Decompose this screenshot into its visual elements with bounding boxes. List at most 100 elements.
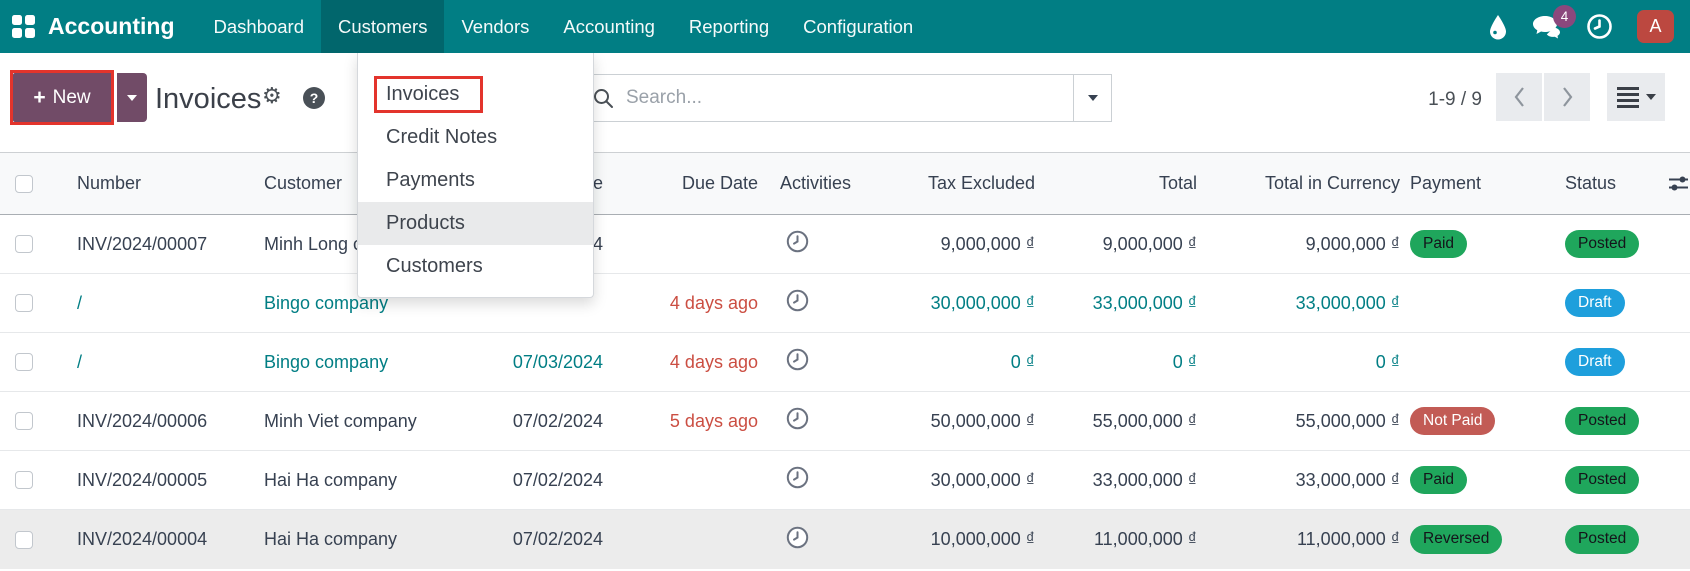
table-row[interactable]: INV/2024/00005 Hai Ha company 07/02/2024… <box>0 451 1690 510</box>
row-checkbox[interactable] <box>15 235 33 253</box>
apps-grid-icon[interactable] <box>0 0 46 53</box>
menu-item-customers[interactable]: Customers <box>358 245 593 288</box>
cell-total-in-currency: 0 ₫ <box>1375 351 1400 372</box>
activity-clock-icon[interactable] <box>786 348 809 371</box>
nav-item-customers[interactable]: Customers <box>321 0 445 53</box>
cell-tax-excluded: 10,000,000 ₫ <box>930 529 1035 549</box>
cell-due-date: 4 days ago <box>669 292 758 313</box>
activity-clock-icon[interactable] <box>786 526 809 549</box>
cell-tax-excluded: 9,000,000 ₫ <box>940 233 1035 254</box>
new-button-dropdown-toggle[interactable] <box>117 73 147 122</box>
droplet-icon[interactable] <box>1488 14 1508 40</box>
cell-total-in-currency: 33,000,000 ₫ <box>1295 469 1400 490</box>
row-checkbox[interactable] <box>15 530 33 549</box>
activity-clock-icon[interactable] <box>1586 13 1613 40</box>
row-checkbox[interactable] <box>15 353 33 371</box>
cell-due-date: 5 days ago <box>669 410 758 431</box>
cell-invoice-date: 07/02/2024 <box>512 410 603 431</box>
cell-number: INV/2024/00007 <box>77 233 208 254</box>
menu-item-credit-notes[interactable]: Credit Notes <box>358 116 593 159</box>
nav-item-reporting[interactable]: Reporting <box>672 0 786 53</box>
nav-item-accounting[interactable]: Accounting <box>546 0 672 53</box>
help-icon[interactable]: ? <box>303 87 325 109</box>
cell-customer: Hai Ha company <box>264 469 398 490</box>
menu-item-payments[interactable]: Payments <box>358 159 593 202</box>
activity-clock-icon[interactable] <box>786 230 809 253</box>
cell-tax-excluded: 30,000,000 ₫ <box>930 469 1035 490</box>
menu-item-products[interactable]: Products <box>358 202 593 245</box>
pager-next-button[interactable] <box>1544 73 1590 121</box>
header-status[interactable]: Status <box>1560 173 1656 194</box>
cell-invoice-date: 07/02/2024 <box>512 529 603 549</box>
cell-invoice-date: 07/02/2024 <box>512 469 603 490</box>
cell-customer: Hai Ha company <box>264 529 398 549</box>
header-payment[interactable]: Payment <box>1404 173 1560 194</box>
cell-total: 33,000,000 ₫ <box>1092 292 1197 313</box>
cell-total: 0 ₫ <box>1172 351 1197 372</box>
list-view-icon <box>1616 86 1639 108</box>
new-button-label: New <box>52 86 91 108</box>
row-checkbox[interactable] <box>15 412 33 430</box>
cell-customer: Bingo company <box>264 351 389 372</box>
table-row[interactable]: / Bingo company 07/03/2024 4 days ago 0 … <box>0 333 1690 392</box>
cell-tax-excluded: 30,000,000 ₫ <box>930 292 1035 313</box>
new-button-highlight: + New <box>10 70 114 125</box>
list-view-toggle-button[interactable] <box>1607 73 1665 121</box>
cell-total: 55,000,000 ₫ <box>1092 410 1197 431</box>
header-checkbox-cell <box>0 174 56 193</box>
table-row[interactable]: INV/2024/00007 Minh Long company 07/03/2… <box>0 215 1690 274</box>
select-all-checkbox[interactable] <box>15 174 33 193</box>
cell-number: INV/2024/00006 <box>77 410 208 431</box>
cell-due-date: 4 days ago <box>669 351 758 372</box>
activity-clock-icon[interactable] <box>786 466 809 489</box>
payment-badge: Reversed <box>1410 525 1503 554</box>
top-navbar: Accounting Dashboard Customers Vendors A… <box>0 0 1690 53</box>
search-dropdown-toggle[interactable] <box>1074 75 1111 121</box>
new-button[interactable]: + New <box>13 73 111 122</box>
chat-icon[interactable]: 4 <box>1532 4 1576 40</box>
header-activities[interactable]: Activities <box>762 173 880 194</box>
cell-number: INV/2024/00004 <box>77 529 208 549</box>
status-badge: Posted <box>1565 525 1640 554</box>
page-title: Invoices <box>155 83 262 115</box>
search-bar[interactable]: Search... <box>578 74 1112 122</box>
chevron-down-icon <box>1645 94 1656 100</box>
pager-range[interactable]: 1-9 / 9 <box>1428 89 1482 111</box>
nav-item-configuration[interactable]: Configuration <box>786 0 930 53</box>
nav-item-dashboard[interactable]: Dashboard <box>197 0 322 53</box>
header-total-in-currency[interactable]: Total in Currency <box>1201 173 1404 194</box>
cell-total-in-currency: 33,000,000 ₫ <box>1295 292 1400 313</box>
navbar-right: 4 A <box>1488 0 1690 53</box>
status-badge: Draft <box>1565 347 1625 377</box>
control-panel: + New Invoices ⚙ ? Search... 1-9 / 9 <box>0 53 1690 152</box>
navbar-menu: Dashboard Customers Vendors Accounting R… <box>197 0 931 53</box>
payment-badge: Paid <box>1410 465 1468 495</box>
gear-icon[interactable]: ⚙ <box>262 85 282 107</box>
activity-clock-icon[interactable] <box>786 407 809 430</box>
header-due-date[interactable]: Due Date <box>607 173 762 194</box>
app-name[interactable]: Accounting <box>48 0 175 53</box>
row-checkbox[interactable] <box>15 294 33 312</box>
header-total[interactable]: Total <box>1039 173 1201 194</box>
chevron-down-icon <box>1087 95 1098 101</box>
status-badge: Draft <box>1565 288 1625 318</box>
table-row[interactable]: INV/2024/00004 Hai Ha company 07/02/2024… <box>0 510 1690 569</box>
cell-total-in-currency: 9,000,000 ₫ <box>1305 233 1400 254</box>
adjust-columns-icon[interactable] <box>1656 174 1690 193</box>
payment-badge: Paid <box>1410 229 1468 259</box>
cell-tax-excluded: 50,000,000 ₫ <box>930 410 1035 431</box>
activity-clock-icon[interactable] <box>786 289 809 312</box>
table-row[interactable]: INV/2024/00006 Minh Viet company 07/02/2… <box>0 392 1690 451</box>
search-input[interactable]: Search... <box>626 87 1073 109</box>
user-avatar[interactable]: A <box>1637 10 1674 43</box>
menu-item-invoices[interactable]: Invoices <box>358 73 593 116</box>
table-row[interactable]: / Bingo company 4 days ago 30,000,000 ₫ … <box>0 274 1690 333</box>
cell-total-in-currency: 11,000,000 ₫ <box>1297 529 1400 549</box>
pager-previous-button[interactable] <box>1496 73 1542 121</box>
payment-badge: Not Paid <box>1410 406 1496 436</box>
nav-item-vendors[interactable]: Vendors <box>444 0 546 53</box>
row-checkbox[interactable] <box>15 471 33 489</box>
header-number[interactable]: Number <box>56 173 242 194</box>
header-tax-excluded[interactable]: Tax Excluded <box>880 173 1039 194</box>
cell-total: 9,000,000 ₫ <box>1102 233 1197 254</box>
